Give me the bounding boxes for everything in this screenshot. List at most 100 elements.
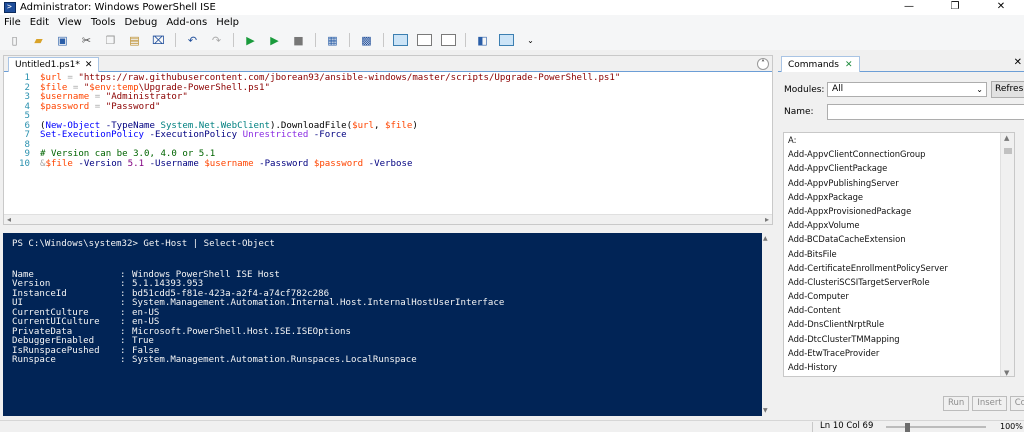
save-icon[interactable]: ▣ [55,33,70,48]
open-icon[interactable]: ▰ [31,33,46,48]
code-token: $url [40,73,62,83]
code-token: $file [45,158,73,169]
modules-select[interactable]: All ⌄ [827,82,987,97]
command-list-item[interactable]: Add-AppvPublishingServer [784,176,1014,190]
menu-tools[interactable]: Tools [91,17,116,28]
line-number: 8 [24,139,30,150]
command-list-item[interactable]: A: [784,133,1014,147]
menu-help[interactable]: Help [216,17,239,28]
command-list-item[interactable]: Add-DnsClientNrptRule [784,317,1014,331]
name-filter-input[interactable] [827,104,1024,120]
console-property-row: Version:5.1.14393.953 [12,279,771,290]
close-tab-icon[interactable]: ✕ [85,59,93,72]
chevron-down-icon: ⌄ [976,85,983,94]
code-token: ).DownloadFile( [269,120,353,131]
copy-button[interactable]: Copy [1009,396,1024,411]
code-editor[interactable]: 1 $url = "https://raw.githubusercontent.c… [4,73,770,212]
console-output: Name: Windows PowerShell ISE Host Version:… [12,270,771,366]
redo-icon[interactable]: ↷ [209,33,224,48]
command-list-item[interactable]: Add-AppvClientConnectionGroup [784,147,1014,161]
command-list-item[interactable]: Add-AppvClientPackage [784,161,1014,175]
property-value: System.Management.Automation.Runspaces.L… [132,355,417,365]
scroll-thumb[interactable] [1004,148,1012,154]
console-property-row: PrivateData: Microsoft.PowerShell.Host.IS… [12,327,771,338]
window-controls: — ❐ ✕ [886,0,1024,15]
console-pane[interactable]: PS C:\Windows\system32> Get-Host | Selec… [3,233,771,416]
clear-console-icon[interactable]: ⌧ [151,33,166,48]
menu-debug[interactable]: Debug [124,17,157,28]
code-token: "https://raw.githubusercontent.com/jbore… [78,73,621,83]
menu-edit[interactable]: Edit [30,17,49,28]
command-list-item[interactable]: Add-EtwTraceProvider [784,346,1014,360]
scroll-right-icon[interactable]: ▸ [765,215,769,224]
command-list-item[interactable]: Add-BitsFile [784,247,1014,261]
show-script-max-icon[interactable] [441,34,456,46]
command-list-item[interactable]: Add-DtcClusterTMMapping [784,332,1014,346]
code-token: \Upgrade-PowerShell.ps1" [138,82,270,93]
command-list-item[interactable]: Add-BCDataCacheExtension [784,232,1014,246]
close-button[interactable]: ✕ [978,0,1024,15]
start-powershell-icon[interactable]: ▩ [359,33,374,48]
run-icon[interactable]: ▶ [243,33,258,48]
insert-button[interactable]: Insert [972,396,1007,411]
name-label: Name: [784,107,814,117]
zoom-slider[interactable] [886,426,986,428]
code-text: &$file -Version 5.1 -Username $username … [40,158,413,170]
show-command-window-icon[interactable]: ◧ [475,33,490,48]
command-list-item[interactable]: Add-History [784,360,1014,374]
commands-list[interactable]: A: Add-AppvClientConnectionGroup Add-AppvC… [783,132,1015,377]
new-script-icon[interactable]: ▯ [7,33,22,48]
command-list-item[interactable]: Add-CertificateEnrollmentPolicyServer [784,261,1014,275]
menu-view[interactable]: View [58,17,82,28]
code-text: Set-ExecutionPolicy -ExecutionPolicy Unr… [40,130,347,141]
code-token: Set-ExecutionPolicy [40,130,145,140]
collapse-script-pane-icon[interactable]: ˄ [757,58,769,70]
paste-icon[interactable]: ▤ [127,33,142,48]
command-list-item[interactable]: Add-ClusteriSCSITargetServerRole [784,275,1014,289]
code-token: $url [352,120,375,131]
minimize-button[interactable]: — [886,0,932,15]
command-list-item[interactable]: Add-AppxProvisionedPackage [784,204,1014,218]
scroll-down-icon[interactable]: ▼ [1004,369,1009,376]
scroll-up-icon[interactable]: ▲ [1004,134,1009,142]
code-token: "Administrator" [105,92,188,102]
command-list-item[interactable]: Add-AppxPackage [784,190,1014,204]
commands-tab[interactable]: Commands ✕ [781,56,860,72]
toolbar-overflow-icon[interactable]: ⌄ [523,33,538,48]
run-selection-icon[interactable]: ▶ [267,33,282,48]
show-command-addon-icon[interactable] [499,34,514,46]
stop-icon[interactable]: ■ [291,33,306,48]
menu-add-ons[interactable]: Add-ons [166,17,207,28]
pane-splitter[interactable] [3,225,773,233]
property-separator: : [120,355,126,365]
console-scrollbar[interactable]: ▲ ▼ [762,233,771,416]
menu-file[interactable]: File [4,17,21,28]
maximize-button[interactable]: ❐ [932,0,978,15]
command-list-item[interactable]: Add-Content [784,303,1014,317]
run-button[interactable]: Run [943,396,970,411]
refresh-button[interactable]: Refresh [991,81,1024,98]
code-token: -Verbose [368,158,413,169]
new-remote-tab-icon[interactable]: ▦ [325,33,340,48]
close-commands-tab-icon[interactable]: ✕ [845,58,853,72]
close-pane-icon[interactable]: ✕ [1014,57,1022,68]
code-token: -Password [259,158,309,169]
show-script-top-icon[interactable] [393,34,408,46]
scroll-left-icon[interactable]: ◂ [7,215,11,224]
command-list-item[interactable]: Add-Computer [784,289,1014,303]
code-token: -Force [313,130,347,140]
scroll-up-icon[interactable]: ▲ [763,235,768,242]
show-script-right-icon[interactable] [417,34,432,46]
zoom-slider-thumb[interactable] [905,423,911,432]
script-tab[interactable]: Untitled1.ps1* ✕ [8,57,100,72]
undo-icon[interactable]: ↶ [185,33,200,48]
code-token: $username [204,158,254,169]
command-list-item[interactable]: Add-InitiatorIdToMaskingSet [784,374,1014,376]
console-property-row: DebuggerEnabled: True [12,336,771,347]
cut-icon[interactable]: ✂ [79,33,94,48]
editor-horizontal-scrollbar[interactable]: ◂ ▸ [4,214,772,224]
scroll-down-icon[interactable]: ▼ [763,407,768,414]
commands-list-scrollbar[interactable]: ▲ ▼ [1000,133,1014,376]
command-list-item[interactable]: Add-AppxVolume [784,218,1014,232]
copy-icon[interactable]: ❐ [103,33,118,48]
